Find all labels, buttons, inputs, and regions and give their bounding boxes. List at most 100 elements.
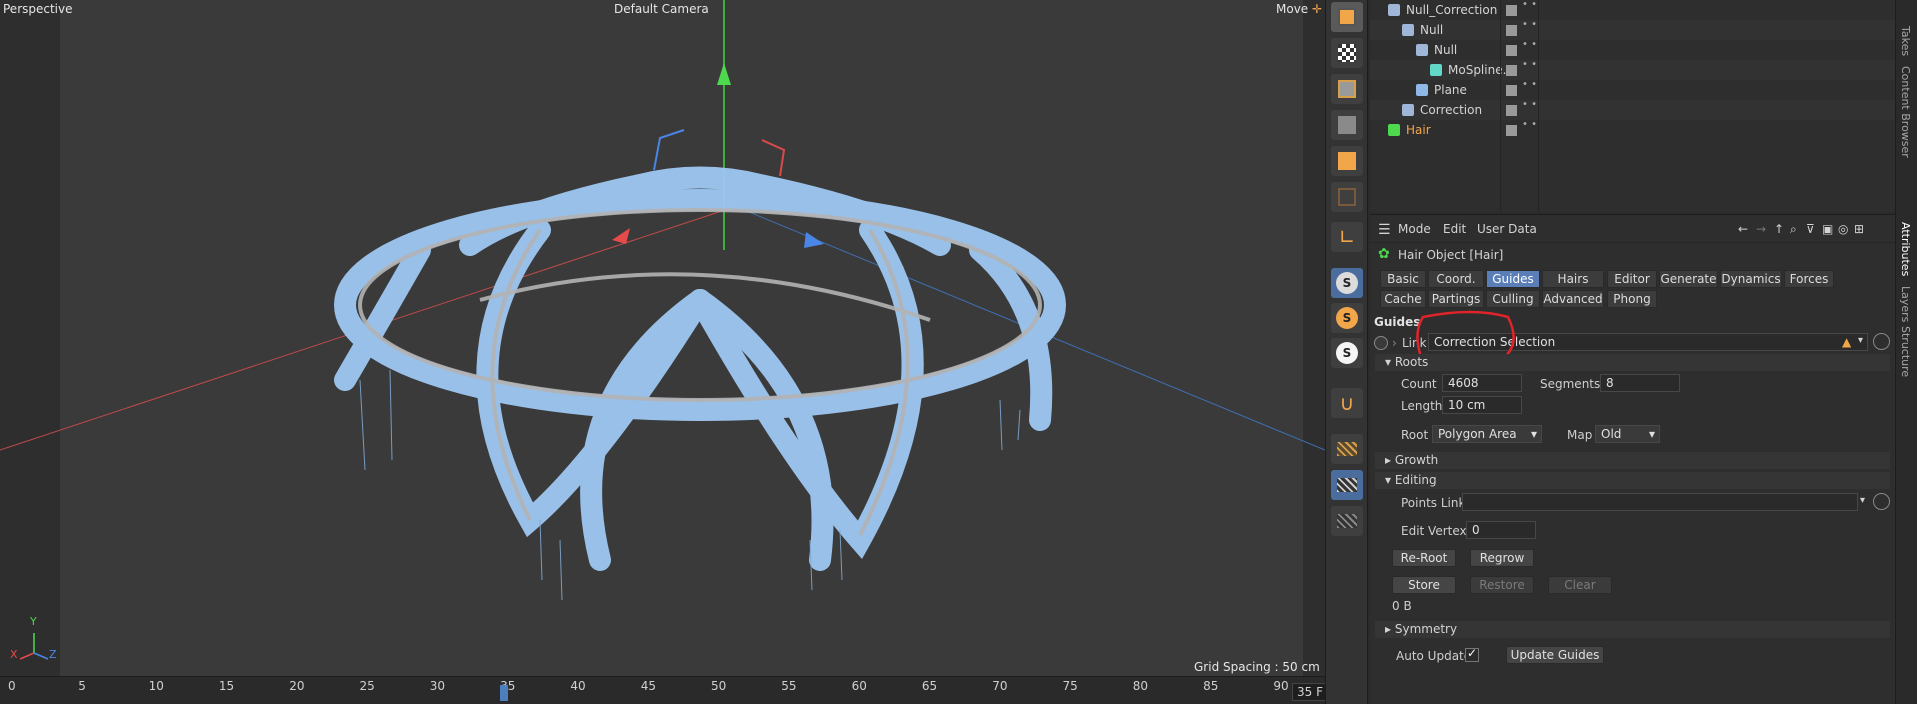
tab-culling[interactable]: Culling [1486, 290, 1540, 308]
object-name[interactable]: Null_Correction [1406, 0, 1497, 20]
object-row[interactable]: Null_Correction • • [1370, 0, 1895, 20]
object-row[interactable]: Null • • [1370, 40, 1895, 60]
object-row[interactable]: Correction • • [1370, 100, 1895, 120]
layer-toggle-icon[interactable] [1506, 45, 1517, 56]
tab-dynamics[interactable]: Dynamics [1720, 270, 1782, 288]
snap-s3-button[interactable]: S [1331, 338, 1363, 368]
magnet-button[interactable]: ∪ [1331, 388, 1363, 418]
object-name[interactable]: Hair [1406, 120, 1431, 140]
viewport-camera-label[interactable]: Default Camera [614, 2, 709, 16]
menu-mode[interactable]: Mode [1398, 222, 1431, 236]
snap-s1-button[interactable]: S [1331, 268, 1363, 298]
face-button[interactable] [1331, 146, 1363, 176]
length-field[interactable]: 10 cm [1442, 396, 1522, 414]
visibility-dots-icon[interactable]: • • [1522, 20, 1537, 30]
checker-button[interactable] [1331, 38, 1363, 68]
tab-coord[interactable]: Coord. [1428, 270, 1484, 288]
update-guides-button[interactable]: Update Guides [1506, 646, 1604, 664]
symmetry-group-header[interactable]: ▸ Symmetry [1375, 621, 1890, 638]
back-arrow-icon[interactable]: ← [1738, 222, 1748, 236]
object-row[interactable]: Plane • • [1370, 80, 1895, 100]
object-row[interactable]: MoSpline.1 • • [1370, 60, 1895, 80]
chevron-down-icon[interactable]: ▾ [1858, 335, 1863, 346]
tab-attributes[interactable]: Attributes [1899, 222, 1912, 276]
lock-workplane-button[interactable] [1331, 470, 1363, 500]
search-icon[interactable]: ⌕ [1790, 222, 1797, 237]
planar-button[interactable] [1331, 506, 1363, 536]
object-name[interactable]: Correction [1420, 100, 1482, 120]
tab-hairs[interactable]: Hairs [1542, 270, 1604, 288]
snap-s2-button[interactable]: S [1331, 303, 1363, 333]
layer-toggle-icon[interactable] [1506, 105, 1517, 116]
object-name[interactable]: Null [1420, 20, 1443, 40]
object-name[interactable]: Null [1434, 40, 1457, 60]
expand-link-icon[interactable]: › [1392, 336, 1397, 350]
viewport[interactable]: Perspective Default Camera Move ✛ Grid S… [0, 0, 1325, 676]
layer-toggle-icon[interactable] [1506, 25, 1517, 36]
polygon-button[interactable] [1331, 74, 1363, 104]
animate-dot-icon[interactable] [1374, 336, 1388, 350]
auto-update-checkbox[interactable]: ✓ [1465, 646, 1479, 662]
tab-generate[interactable]: Generate [1659, 270, 1718, 288]
editing-group-header[interactable]: ▾ Editing [1375, 472, 1890, 489]
points-link-field[interactable] [1462, 493, 1858, 511]
visibility-dots-icon[interactable]: • • [1522, 60, 1537, 70]
filter-icon[interactable]: ⊽ [1806, 222, 1815, 236]
edge-button[interactable] [1331, 110, 1363, 140]
cube-button[interactable] [1331, 2, 1363, 32]
hamburger-menu-icon[interactable]: ☰ [1378, 222, 1391, 238]
tab-forces[interactable]: Forces [1784, 270, 1834, 288]
tab-partings[interactable]: Partings [1428, 290, 1484, 308]
tab-cache[interactable]: Cache [1380, 290, 1426, 308]
axis-button[interactable]: ∟ [1331, 222, 1363, 252]
object-name[interactable]: MoSpline.1 [1448, 60, 1514, 80]
timeline[interactable]: 051015202530354045505560657075808590 35 … [0, 676, 1368, 704]
tab-structure[interactable]: Structure [1899, 326, 1912, 377]
chevron-down-icon[interactable]: ▾ [1860, 495, 1865, 506]
edit-vertex-field[interactable]: 0 [1466, 521, 1536, 539]
map-dropdown[interactable]: Old ▾ [1595, 425, 1660, 443]
viewport-title[interactable]: Perspective [3, 2, 73, 16]
object-name[interactable]: Plane [1434, 80, 1467, 100]
regrow-button[interactable]: Regrow [1470, 549, 1534, 567]
root-dropdown[interactable]: Polygon Area ▾ [1432, 425, 1542, 443]
lock-icon[interactable]: ▣ [1822, 222, 1833, 236]
visibility-dots-icon[interactable]: • • [1522, 40, 1537, 50]
visibility-dots-icon[interactable]: • • [1522, 120, 1537, 130]
timeline-playhead[interactable] [500, 685, 508, 701]
tab-takes[interactable]: Takes [1899, 26, 1912, 56]
store-button[interactable]: Store [1392, 576, 1456, 594]
tab-layers[interactable]: Layers [1899, 286, 1912, 322]
growth-group-header[interactable]: ▸ Growth [1375, 452, 1890, 469]
pick-object-icon[interactable] [1873, 333, 1890, 350]
up-arrow-icon[interactable]: ↑ [1774, 222, 1784, 236]
layer-toggle-icon[interactable] [1506, 85, 1517, 96]
forward-arrow-icon[interactable]: → [1756, 222, 1766, 236]
target-icon[interactable]: ◎ [1838, 222, 1848, 236]
layer-toggle-icon[interactable] [1506, 65, 1517, 76]
tab-guides[interactable]: Guides [1486, 270, 1540, 288]
reroot-button[interactable]: Re-Root [1392, 549, 1456, 567]
visibility-dots-icon[interactable]: • • [1522, 80, 1537, 90]
tab-advanced[interactable]: Advanced [1542, 290, 1604, 308]
uv-button[interactable] [1331, 182, 1363, 212]
segments-field[interactable]: 8 [1600, 374, 1680, 392]
tab-editor[interactable]: Editor [1607, 270, 1657, 288]
visibility-dots-icon[interactable]: • • [1522, 100, 1537, 110]
layer-toggle-icon[interactable] [1506, 5, 1517, 16]
layer-toggle-icon[interactable] [1506, 125, 1517, 136]
tab-phong[interactable]: Phong [1607, 290, 1657, 308]
tab-basic[interactable]: Basic [1380, 270, 1426, 288]
visibility-dots-icon[interactable]: • • [1522, 0, 1537, 10]
new-panel-icon[interactable]: ⊞ [1854, 222, 1864, 236]
menu-edit[interactable]: Edit [1443, 222, 1466, 236]
tab-content-browser[interactable]: Content Browser [1899, 66, 1912, 158]
object-row[interactable]: Null • • [1370, 20, 1895, 40]
count-field[interactable]: 4608 [1442, 374, 1522, 392]
roots-group-header[interactable]: ▾ Roots [1375, 354, 1890, 371]
restore-button[interactable]: Restore [1470, 576, 1534, 594]
menu-user-data[interactable]: User Data [1477, 222, 1537, 236]
workplane-button[interactable] [1331, 434, 1363, 464]
pick-object-icon[interactable] [1873, 493, 1890, 510]
clear-button[interactable]: Clear [1548, 576, 1612, 594]
